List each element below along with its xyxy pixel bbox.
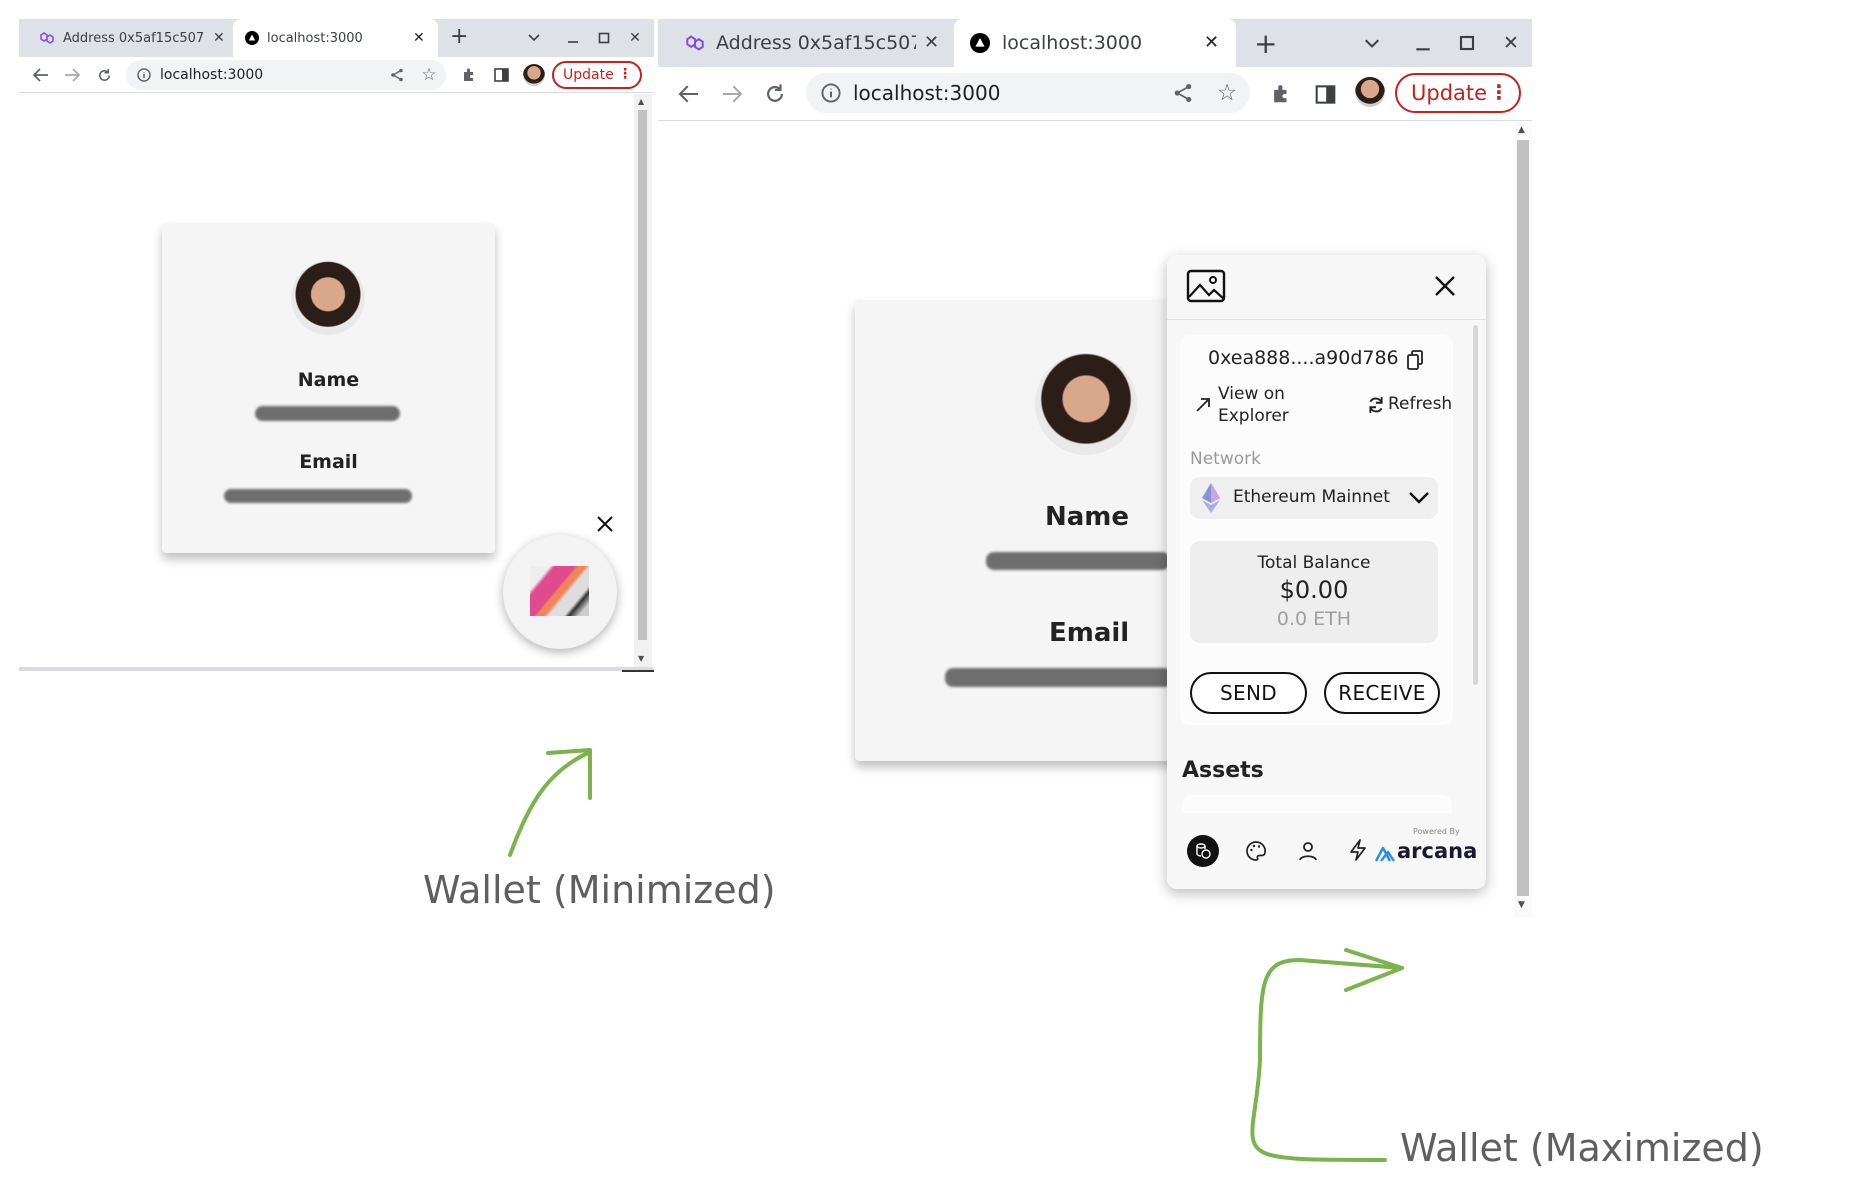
maximized-arrowhead-icon — [1344, 948, 1404, 992]
wallet-minimized-annotation: Wallet (Minimized) — [423, 868, 776, 912]
annotation-arrows — [508, 748, 1404, 1162]
minimized-arrow-icon — [508, 750, 592, 857]
maximized-arrow-icon — [1250, 957, 1404, 1162]
wallet-maximized-annotation: Wallet (Maximized) — [1400, 1126, 1764, 1170]
